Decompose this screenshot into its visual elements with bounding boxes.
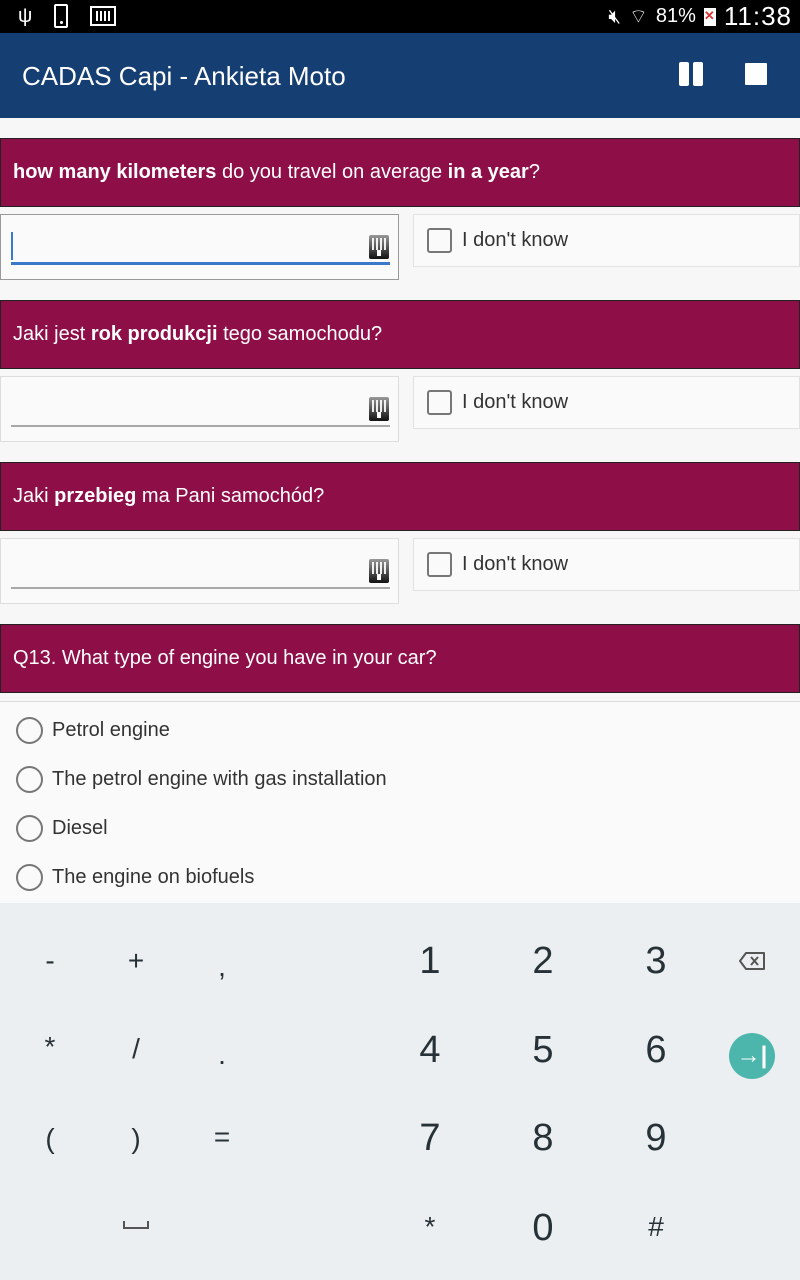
- radio-option-petrol-gas[interactable]: The petrol engine with gas installation: [16, 766, 387, 793]
- usb-icon: ψ: [18, 5, 33, 27]
- key-8[interactable]: 8: [503, 1098, 583, 1178]
- question-text-bold: in a year: [447, 161, 529, 183]
- number-field-mileage[interactable]: [0, 538, 399, 604]
- calculator-icon[interactable]: [369, 559, 389, 583]
- dont-know-label: I don't know: [462, 229, 569, 251]
- question-text: ma Pani samochód?: [136, 485, 325, 507]
- key-minus[interactable]: -: [10, 921, 90, 1001]
- radio-icon[interactable]: [16, 717, 43, 744]
- key-4[interactable]: 4: [390, 1010, 470, 1090]
- next-key[interactable]: →|: [712, 1016, 792, 1096]
- backspace-key[interactable]: [712, 921, 792, 1001]
- kilometers-input[interactable]: [11, 229, 361, 263]
- backspace-icon: [739, 952, 765, 970]
- key-7[interactable]: 7: [390, 1098, 470, 1178]
- battery-percent: 81%: [655, 5, 696, 27]
- number-field-production-year[interactable]: [0, 376, 399, 442]
- key-9[interactable]: 9: [616, 1098, 696, 1178]
- radio-option-biofuels[interactable]: The engine on biofuels: [16, 864, 254, 891]
- pause-icon-bar: [693, 62, 703, 86]
- number-field-kilometers[interactable]: [0, 214, 399, 280]
- question-text-bold: przebieg: [54, 485, 137, 507]
- question-text: Jaki jest: [13, 323, 91, 345]
- calculator-icon[interactable]: [369, 397, 389, 421]
- question-text: ?: [528, 161, 540, 183]
- input-underline: [11, 587, 390, 589]
- production-year-input[interactable]: [11, 391, 361, 425]
- key-2[interactable]: 2: [503, 921, 583, 1001]
- question-text-bold: rok produkcji: [90, 323, 218, 345]
- key-6[interactable]: 6: [616, 1010, 696, 1090]
- question-header-q13: Q13. What type of engine you have in you…: [0, 624, 800, 693]
- key-close-paren[interactable]: ): [96, 1099, 176, 1179]
- survey-form: how many kilometers do you travel on ave…: [0, 118, 800, 903]
- radio-option-diesel[interactable]: Diesel: [16, 815, 108, 842]
- radio-label: The engine on biofuels: [52, 866, 255, 888]
- key-comma[interactable]: ,: [182, 927, 262, 1007]
- radio-label: The petrol engine with gas installation: [52, 768, 387, 790]
- app-title: CADAS Capi - Ankieta Moto: [22, 61, 346, 91]
- question-text: Q13. What type of engine you have in you…: [13, 647, 437, 669]
- dont-know-label: I don't know: [462, 391, 569, 413]
- key-5[interactable]: 5: [503, 1010, 583, 1090]
- dont-know-checkbox-1[interactable]: I don't know: [413, 214, 800, 267]
- key-slash[interactable]: /: [96, 1009, 176, 1089]
- key-asterisk[interactable]: *: [10, 1007, 90, 1087]
- key-open-paren[interactable]: (: [10, 1099, 90, 1179]
- key-equals[interactable]: =: [182, 1097, 262, 1177]
- input-underline: [11, 425, 390, 427]
- key-star[interactable]: *: [390, 1187, 470, 1267]
- key-hash[interactable]: #: [616, 1187, 696, 1267]
- question-text: Jaki: [13, 485, 55, 507]
- text-caret: [11, 232, 13, 260]
- key-period[interactable]: .: [182, 1015, 262, 1095]
- engine-type-radio-group: Petrol engine The petrol engine with gas…: [0, 701, 800, 903]
- key-plus[interactable]: +: [96, 921, 176, 1001]
- radio-icon[interactable]: [16, 815, 43, 842]
- question-header: how many kilometers do you travel on ave…: [0, 138, 800, 207]
- keyboard-icon: [90, 6, 117, 26]
- mileage-input[interactable]: [11, 553, 361, 587]
- mute-icon: 🔇︎: [608, 5, 622, 28]
- key-space[interactable]: [96, 1185, 176, 1265]
- next-field-icon: →|: [729, 1033, 775, 1079]
- radio-option-petrol[interactable]: Petrol engine: [16, 717, 170, 744]
- radio-icon[interactable]: [16, 864, 43, 891]
- battery-icon: [703, 7, 716, 26]
- key-1[interactable]: 1: [390, 921, 470, 1001]
- question-text: do you travel on average: [216, 161, 448, 183]
- radio-icon[interactable]: [16, 766, 43, 793]
- radio-label: Petrol engine: [52, 719, 170, 741]
- checkbox-icon[interactable]: [427, 552, 452, 577]
- clock: 11:38: [723, 1, 792, 31]
- pause-icon: [679, 62, 689, 86]
- dont-know-checkbox-3[interactable]: I don't know: [413, 538, 800, 591]
- input-underline: [11, 262, 390, 265]
- question-text-bold: how many kilometers: [13, 161, 217, 183]
- stop-button[interactable]: [745, 63, 767, 85]
- dont-know-checkbox-2[interactable]: I don't know: [413, 376, 800, 429]
- calculator-icon[interactable]: [369, 235, 389, 259]
- checkbox-icon[interactable]: [427, 228, 452, 253]
- phone-icon: [54, 4, 69, 28]
- dont-know-label: I don't know: [462, 553, 569, 575]
- checkbox-icon[interactable]: [427, 390, 452, 415]
- numeric-keyboard: - + , * / . ( ) = 1 2 3 4 5 6 7 8 9 * 0 …: [0, 903, 800, 1280]
- status-bar: ψ 🔇︎ ⌔ 81% 11:38: [0, 0, 800, 33]
- wifi-icon: ⌔: [629, 5, 648, 28]
- question-text: tego samochodu?: [217, 323, 383, 345]
- radio-label: Diesel: [52, 817, 108, 839]
- key-3[interactable]: 3: [616, 921, 696, 1001]
- key-0[interactable]: 0: [503, 1188, 583, 1268]
- pause-button[interactable]: [679, 62, 703, 86]
- question-header: Jaki przebieg ma Pani samochód?: [0, 462, 800, 531]
- question-header: Jaki jest rok produkcji tego samochodu?: [0, 300, 800, 369]
- space-icon: [123, 1221, 149, 1229]
